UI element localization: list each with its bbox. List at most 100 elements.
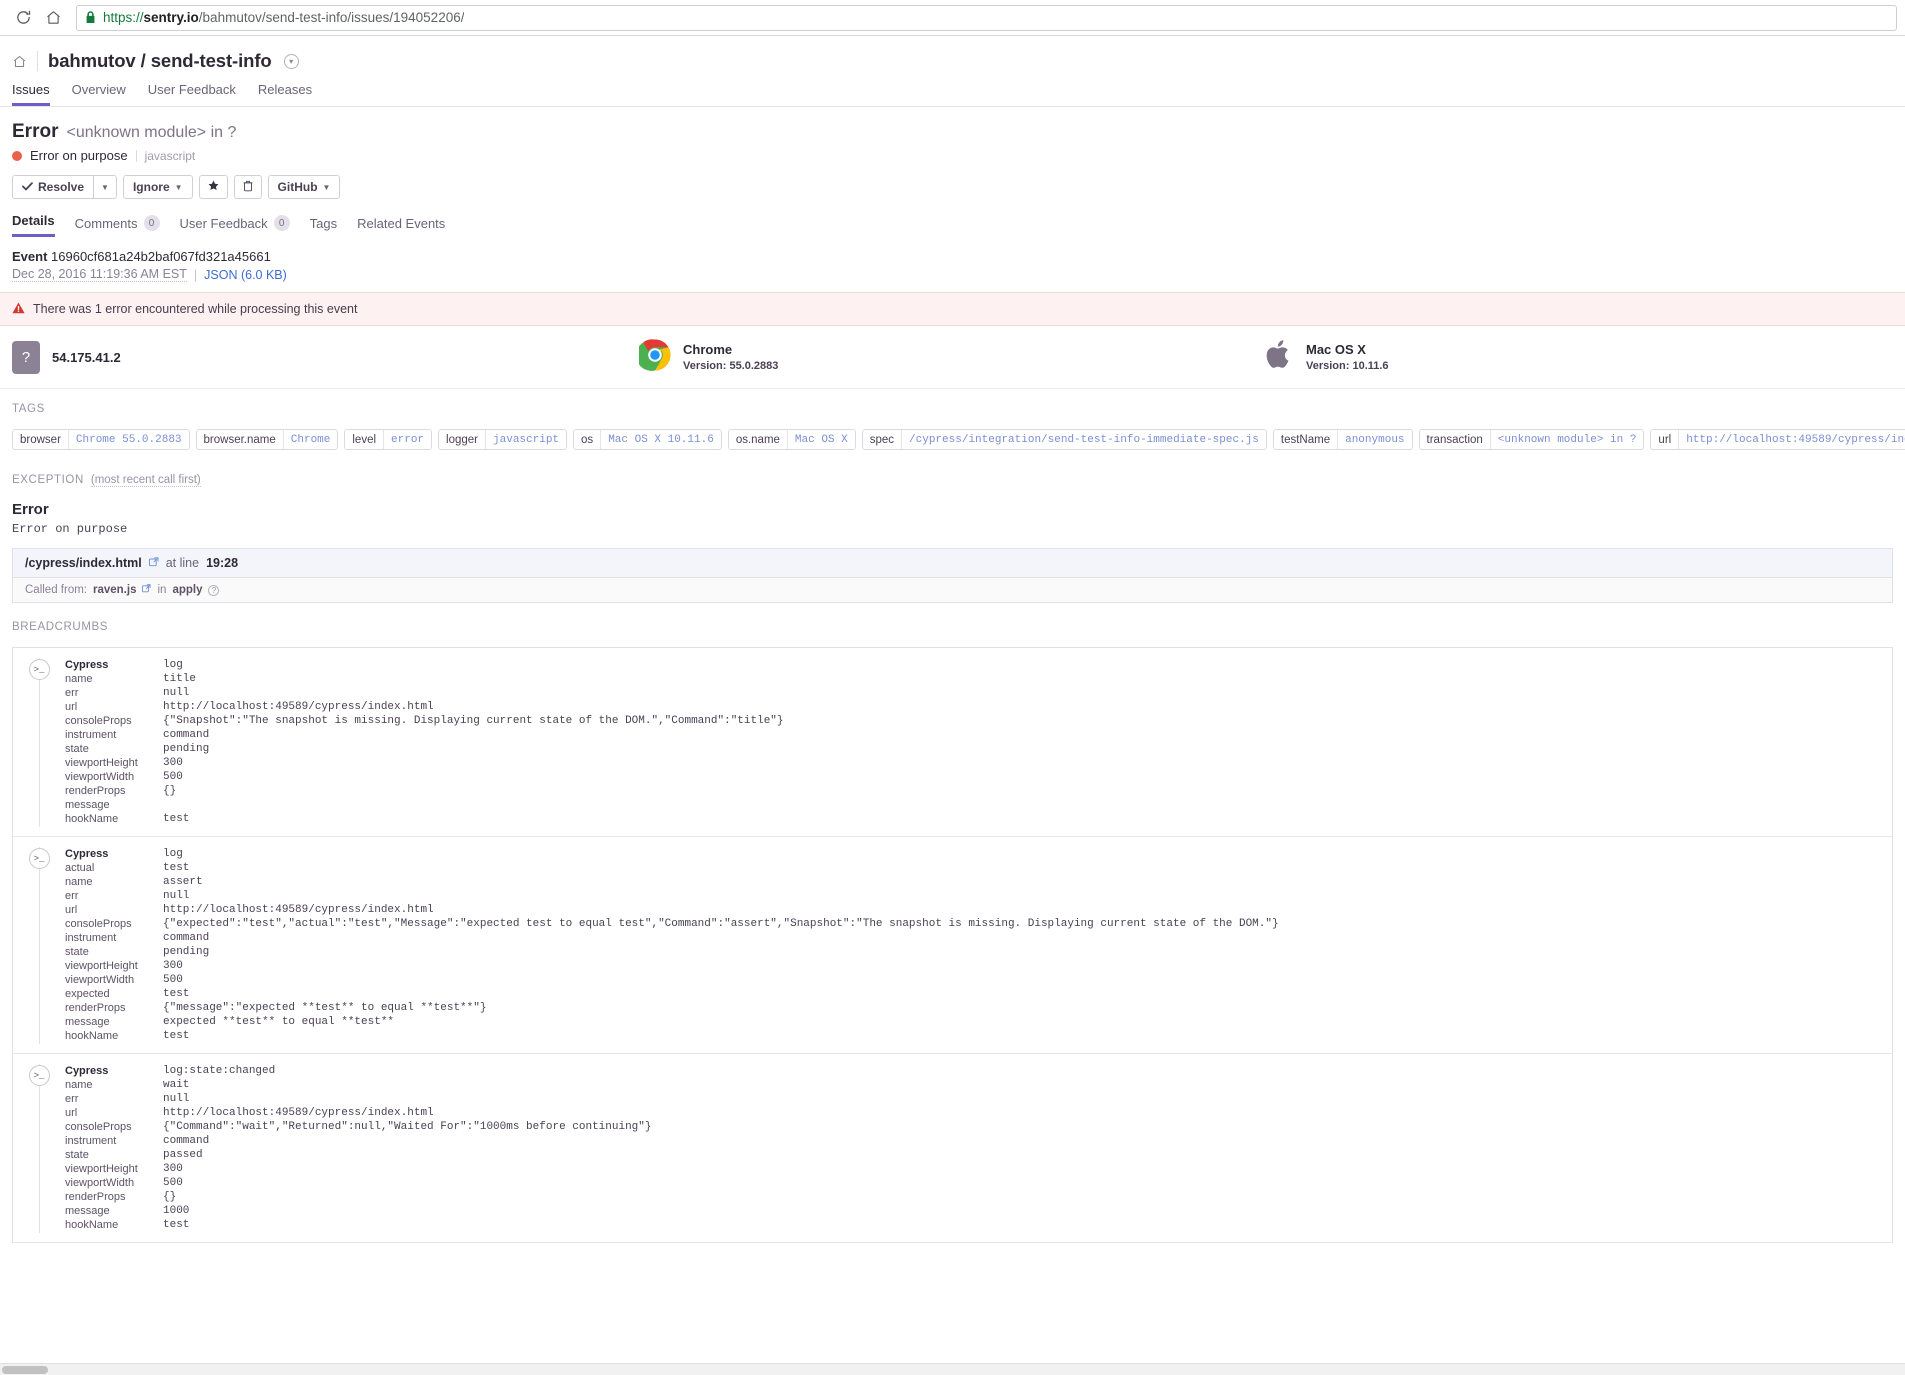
breadcrumb-value: http://localhost:49589/cypress/index.htm… (163, 1107, 434, 1119)
breadcrumb-key: hookName (65, 813, 119, 825)
tag-value[interactable]: /cypress/integration/send-test-info-imme… (901, 430, 1266, 449)
resolve-button[interactable]: Resolve (12, 175, 95, 199)
breadcrumb-value: 300 (163, 1163, 183, 1175)
home-breadcrumb-icon[interactable] (12, 54, 27, 69)
breadcrumb-key: renderProps (65, 1191, 126, 1203)
tag-key: os.name (728, 430, 787, 449)
tag-key: spec (862, 430, 902, 449)
breadcrumb-key: name (65, 876, 93, 888)
tag-key: browser.name (196, 430, 283, 449)
breadcrumb-item: >_ Cypress log:state:changed name wait err nul… (13, 1054, 1892, 1243)
breadcrumb-value: test (163, 862, 190, 874)
breadcrumb-key: consoleProps (65, 918, 132, 930)
breadcrumb-data-row: renderProps {} (65, 1190, 1880, 1204)
tag-value[interactable]: Mac OS X (786, 430, 855, 449)
event-json-link[interactable]: JSON (6.0 KB) (204, 268, 287, 282)
bookmark-star-button[interactable] (198, 175, 228, 199)
apple-icon (1266, 338, 1294, 376)
tab-user-feedback[interactable]: User Feedback 0 (180, 215, 290, 237)
breadcrumb-value: wait (163, 1079, 190, 1091)
breadcrumb-value: title (163, 673, 197, 685)
scrollbar-thumb[interactable] (2, 1366, 48, 1374)
stacktrace-frame[interactable]: /cypress/index.html at line 19:28 (13, 549, 1892, 578)
error-level-dot-icon (12, 150, 22, 161)
breadcrumb-data-row: Cypress log:state:changed (65, 1064, 1880, 1078)
resolve-button-group: Resolve ▼ (12, 175, 117, 199)
github-button[interactable]: GitHub ▼ (267, 175, 341, 199)
issue-subtitle-row: Error on purpose javascript (12, 148, 1893, 163)
context-browser: Chrome Version: 55.0.2883 (636, 338, 1266, 376)
breadcrumb-value: {"Command":"wait","Returned":null,"Waite… (163, 1121, 652, 1133)
breadcrumb-key: renderProps (65, 785, 126, 797)
url-host: sentry.io (143, 10, 199, 25)
nav-item-user-feedback[interactable]: User Feedback (148, 82, 236, 106)
tag-value[interactable]: javascript (485, 430, 567, 449)
breadcrumb-value: null (163, 890, 190, 902)
horizontal-scrollbar[interactable] (0, 1363, 1905, 1375)
tab-tags[interactable]: Tags (310, 216, 337, 237)
org-nav: Issues Overview User Feedback Releases (12, 82, 1893, 106)
breadcrumb-data-row: instrument command (65, 1134, 1880, 1148)
breadcrumb-value: http://localhost:49589/cypress/index.htm… (163, 904, 434, 916)
console-icon: >_ (28, 848, 50, 869)
context-user-ip: ? 54.175.41.2 (12, 338, 639, 376)
breadcrumbs-section: BREADCRUMBS >_ Cypress log name title err null… (0, 603, 1905, 1243)
breadcrumb-key: viewportWidth (65, 1177, 135, 1189)
tab-comments[interactable]: Comments 0 (75, 215, 160, 237)
issue-tabs: Details Comments 0 User Feedback 0 Tags … (12, 213, 1893, 237)
tag-pill: testName anonymous (1272, 429, 1413, 450)
tag-value[interactable]: Chrome (282, 430, 338, 449)
issue-action-toolbar: Resolve ▼ Ignore ▼ GitHub ▼ (12, 175, 1893, 199)
exception-heading: EXCEPTION (most recent call first) (12, 474, 1893, 487)
tag-pill: os Mac OS X 10.11.6 (573, 429, 722, 450)
page-title: bahmutov / send-test-info (48, 50, 272, 71)
console-icon: >_ (28, 659, 50, 680)
tab-details[interactable]: Details (12, 213, 55, 237)
breadcrumb-data-row: err null (65, 1092, 1880, 1106)
issue-culprit: <unknown module> in ? (66, 124, 237, 141)
external-link-icon[interactable] (142, 584, 152, 596)
tag-pill: logger javascript (438, 429, 568, 450)
breadcrumb-data-row: state passed (65, 1148, 1880, 1162)
breadcrumb-data-row: state pending (65, 945, 1880, 959)
breadcrumb-data-row: message 1000 (65, 1204, 1880, 1218)
tag-pill: browser.name Chrome (195, 429, 339, 450)
resolve-dropdown-button[interactable]: ▼ (94, 175, 117, 199)
breadcrumb-key: Cypress (65, 848, 109, 860)
breadcrumb-data-row: err null (65, 889, 1880, 903)
address-bar[interactable]: https://sentry.io/bahmutov/send-test-inf… (76, 4, 1897, 31)
tag-value[interactable]: http://localhost:49589/cypress/index.htm… (1678, 430, 1905, 449)
tags-section-label: TAGS (12, 403, 45, 415)
tag-value[interactable]: Mac OS X 10.11.6 (600, 430, 721, 449)
breadcrumb-key: Cypress (65, 659, 109, 671)
exception-section: EXCEPTION (most recent call first) Error… (0, 458, 1905, 603)
ignore-button[interactable]: Ignore ▼ (122, 175, 193, 199)
tag-value[interactable]: error (383, 430, 432, 449)
breadcrumb-key: Cypress (65, 1065, 109, 1077)
breadcrumb-value: 1000 (163, 1205, 190, 1217)
tab-related-events[interactable]: Related Events (357, 216, 445, 237)
tag-value[interactable]: anonymous (1337, 430, 1412, 449)
address-bar-url: https://sentry.io/bahmutov/send-test-inf… (103, 10, 464, 25)
question-icon[interactable]: ? (208, 584, 220, 596)
tag-value[interactable]: Chrome 55.0.2883 (67, 430, 189, 449)
breadcrumb-data-row: url http://localhost:49589/cypress/index.… (65, 903, 1880, 917)
nav-item-releases[interactable]: Releases (258, 82, 312, 106)
delete-button[interactable] (233, 175, 262, 199)
breadcrumb-data-row: viewportWidth 500 (65, 973, 1880, 987)
reload-icon[interactable] (8, 3, 38, 33)
github-button-label: GitHub (277, 180, 318, 194)
home-icon[interactable] (38, 3, 68, 33)
breadcrumb-data-row: viewportHeight 300 (65, 1162, 1880, 1176)
chevron-down-icon[interactable]: ▾ (283, 53, 299, 69)
tag-value[interactable]: <unknown module> in ? (1489, 430, 1644, 449)
nav-item-issues[interactable]: Issues (12, 82, 50, 106)
breadcrumb-value: pending (163, 743, 210, 755)
breadcrumb-data-row: expected test (65, 987, 1880, 1001)
stacktrace-called-from: Called from: raven.js in apply ? (13, 578, 1892, 603)
chevron-down-icon: ▼ (101, 182, 109, 192)
nav-item-overview[interactable]: Overview (72, 82, 126, 106)
breadcrumb-key: message (65, 1205, 110, 1217)
breadcrumb-value: expected **test** to equal **test** (163, 1016, 395, 1028)
external-link-icon[interactable] (148, 556, 159, 570)
